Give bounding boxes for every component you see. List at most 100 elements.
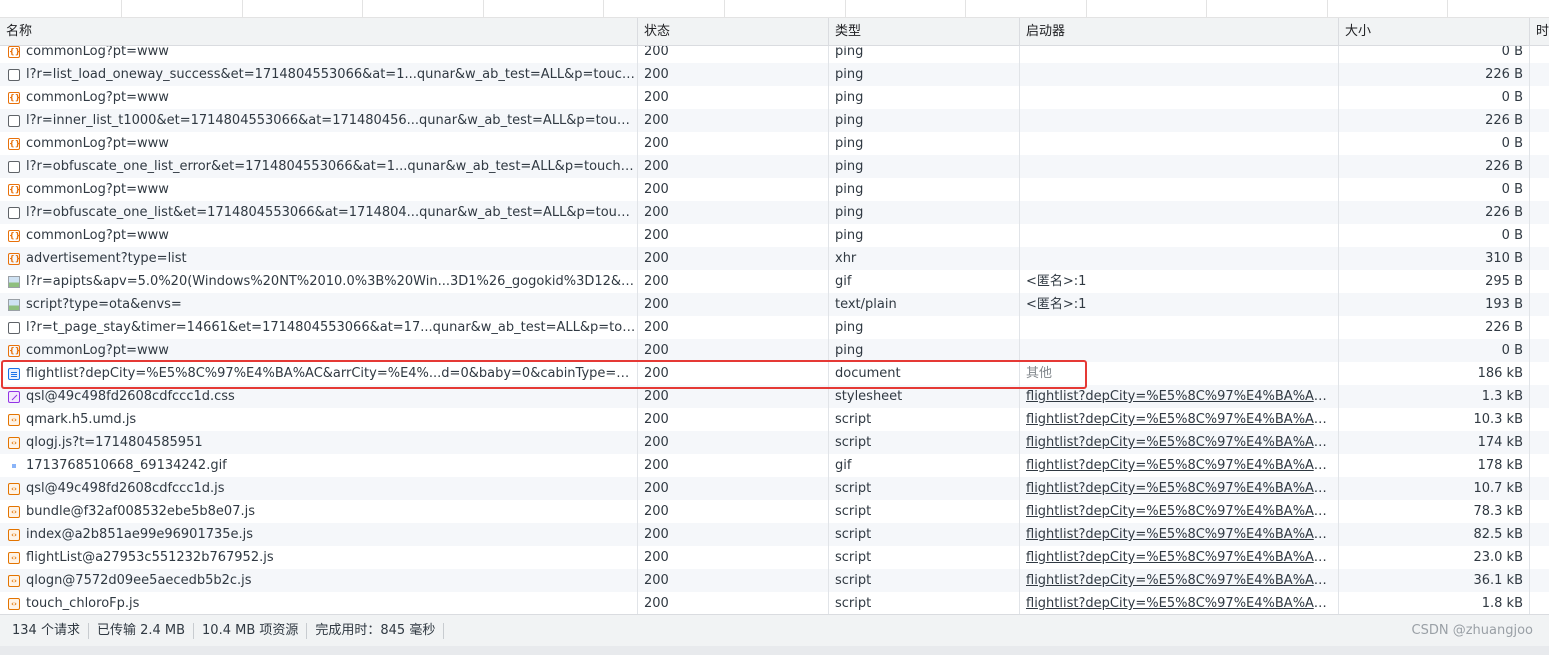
request-name[interactable]: l?r=inner_list_t1000&et=1714804553066&at… [0,109,638,132]
request-initiator[interactable]: flightlist?depCity=%E5%8C%97%E4%BA%AC&..… [1020,477,1339,500]
request-name[interactable]: qsl@49c498fd2608cdfccc1d.css [0,385,638,408]
column-header-name[interactable]: 名称 [0,18,638,46]
initiator-link[interactable]: flightlist?depCity=%E5%8C%97%E4%BA%AC&..… [1026,481,1338,496]
request-name[interactable]: ‹› touch_chloroFp.js [0,592,638,614]
column-header-type[interactable]: 类型 [829,18,1020,46]
initiator-link[interactable]: flightlist?depCity=%E5%8C%97%E4%BA%AC&..… [1026,458,1338,473]
initiator-link[interactable]: flightlist?depCity=%E5%8C%97%E4%BA%AC&..… [1026,412,1338,427]
table-row[interactable]: {} advertisement?type=list 200 xhr 310 B [0,247,1549,270]
table-row[interactable]: ‹› qsl@49c498fd2608cdfccc1d.js 200 script fl… [0,477,1549,500]
initiator-link[interactable]: flightlist?depCity=%E5%8C%97%E4%BA%AC&..… [1026,550,1338,565]
request-initiator[interactable]: flightlist?depCity=%E5%8C%97%E4%BA%AC&..… [1020,454,1339,477]
request-name[interactable]: {} commonLog?pt=www [0,339,638,362]
request-initiator[interactable]: flightlist?depCity=%E5%8C%97%E4%BA%AC&..… [1020,523,1339,546]
request-time [1530,385,1549,408]
table-row[interactable]: ‹› flightList@a27953c551232b767952.js 200 s… [0,546,1549,569]
request-type: ping [829,155,1020,178]
table-row[interactable]: l?r=obfuscate_one_list_error&et=17148045… [0,155,1549,178]
table-row[interactable]: {} commonLog?pt=www 200 ping 0 B [0,86,1549,109]
request-name-text: flightlist?depCity=%E5%8C%97%E4%BA%AC&ar… [26,366,638,381]
column-header-initiator[interactable]: 启动器 [1020,18,1339,46]
table-row[interactable]: l?r=apipts&apv=5.0%20(Windows%20NT%2010.… [0,270,1549,293]
request-name[interactable]: ‹› flightList@a27953c551232b767952.js [0,546,638,569]
xhr-icon: {} [8,345,21,357]
initiator-link[interactable]: flightlist?depCity=%E5%8C%97%E4%BA%AC&..… [1026,435,1338,450]
request-name[interactable]: {} commonLog?pt=www [0,224,638,247]
table-row[interactable]: ‹› bundle@f32af008532ebe5b8e07.js 200 scrip… [0,500,1549,523]
request-name[interactable]: flightlist?depCity=%E5%8C%97%E4%BA%AC&ar… [0,362,638,385]
request-name[interactable]: ‹› bundle@f32af008532ebe5b8e07.js [0,500,638,523]
request-name[interactable]: ‹› qsl@49c498fd2608cdfccc1d.js [0,477,638,500]
request-initiator[interactable]: flightlist?depCity=%E5%8C%97%E4%BA%AC&..… [1020,546,1339,569]
request-initiator[interactable]: flightlist?depCity=%E5%8C%97%E4%BA%AC&..… [1020,500,1339,523]
table-row[interactable]: ‹› qlogj.js?t=1714804585951 200 script fligh… [0,431,1549,454]
table-row[interactable]: flightlist?depCity=%E5%8C%97%E4%BA%AC&ar… [0,362,1549,385]
request-name[interactable]: l?r=list_load_oneway_success&et=17148045… [0,63,638,86]
table-row[interactable]: 1713768510668_69134242.gif 200 gif flightli… [0,454,1549,477]
request-initiator [1020,63,1339,86]
table-row[interactable]: script?type=ota&envs= 200 text/plain <匿名>:1… [0,293,1549,316]
table-row[interactable]: ‹› index@a2b851ae99e96901735e.js 200 script… [0,523,1549,546]
request-name-text: l?r=apipts&apv=5.0%20(Windows%20NT%2010.… [26,274,638,289]
initiator-link[interactable]: flightlist?depCity=%E5%8C%97%E4%BA%AC&..… [1026,573,1338,588]
table-row[interactable]: ‹› touch_chloroFp.js 200 script flightlist?d… [0,592,1549,614]
request-initiator[interactable]: flightlist?depCity=%E5%8C%97%E4%BA%AC&..… [1020,408,1339,431]
request-table[interactable]: {} commonLog?pt=www 200 ping 0 Bl?r=list_loa… [0,46,1549,614]
timeline-gridline [242,0,243,18]
request-name[interactable]: ‹› qlogn@7572d09ee5aecedb5b2c.js [0,569,638,592]
request-time [1530,316,1549,339]
table-row[interactable]: l?r=inner_list_t1000&et=1714804553066&at… [0,109,1549,132]
request-name[interactable]: l?r=apipts&apv=5.0%20(Windows%20NT%2010.… [0,270,638,293]
request-name[interactable]: l?r=t_page_stay&timer=14661&et=171480455… [0,316,638,339]
document-icon [8,368,20,380]
request-name[interactable]: l?r=obfuscate_one_list_error&et=17148045… [0,155,638,178]
request-name[interactable]: ‹› index@a2b851ae99e96901735e.js [0,523,638,546]
request-initiator[interactable]: flightlist?depCity=%E5%8C%97%E4%BA%AC&..… [1020,592,1339,614]
request-name[interactable]: ‹› qmark.h5.umd.js [0,408,638,431]
request-initiator[interactable]: flightlist?depCity=%E5%8C%97%E4%BA%AC&..… [1020,385,1339,408]
request-initiator[interactable]: flightlist?depCity=%E5%8C%97%E4%BA%AC&..… [1020,569,1339,592]
initiator-link[interactable]: flightlist?depCity=%E5%8C%97%E4%BA%AC&..… [1026,504,1338,519]
table-row[interactable]: ‹› qmark.h5.umd.js 200 script flightlist?dep… [0,408,1549,431]
request-initiator [1020,46,1339,63]
column-header-time[interactable]: 时间 [1530,18,1549,46]
table-row[interactable]: {} commonLog?pt=www 200 ping 0 B [0,339,1549,362]
request-status: 200 [638,592,829,614]
table-row[interactable]: l?r=obfuscate_one_list&et=1714804553066&… [0,201,1549,224]
request-name[interactable]: {} commonLog?pt=www [0,46,638,63]
watermark: CSDN @zhuangjoo [1411,623,1533,638]
table-row[interactable]: ‹› qlogn@7572d09ee5aecedb5b2c.js 200 script… [0,569,1549,592]
request-name[interactable]: {} commonLog?pt=www [0,86,638,109]
table-row[interactable]: l?r=t_page_stay&timer=14661&et=171480455… [0,316,1549,339]
initiator-link[interactable]: flightlist?depCity=%E5%8C%97%E4%BA%AC&..… [1026,527,1338,542]
request-name[interactable]: {} advertisement?type=list [0,247,638,270]
table-row[interactable]: {} commonLog?pt=www 200 ping 0 B [0,132,1549,155]
request-name-text: qsl@49c498fd2608cdfccc1d.css [26,389,235,404]
initiator-text: <匿名>:1 [1026,297,1087,312]
table-row[interactable]: {} commonLog?pt=www 200 ping 0 B [0,178,1549,201]
request-initiator [1020,109,1339,132]
script-icon: ‹› [8,437,20,449]
request-initiator[interactable]: flightlist?depCity=%E5%8C%97%E4%BA%AC&..… [1020,431,1339,454]
request-name[interactable]: {} commonLog?pt=www [0,132,638,155]
request-name[interactable]: {} commonLog?pt=www [0,178,638,201]
script-icon: ‹› [8,529,20,541]
request-name[interactable]: script?type=ota&envs= [0,293,638,316]
request-name[interactable]: l?r=obfuscate_one_list&et=1714804553066&… [0,201,638,224]
timeline-overview[interactable] [0,0,1549,18]
initiator-link[interactable]: flightlist?depCity=%E5%8C%97%E4%BA%AC&..… [1026,389,1338,404]
table-row[interactable]: l?r=list_load_oneway_success&et=17148045… [0,63,1549,86]
request-name[interactable]: 1713768510668_69134242.gif [0,454,638,477]
column-header-size[interactable]: 大小 [1339,18,1530,46]
request-status: 200 [638,46,829,63]
request-name[interactable]: ‹› qlogj.js?t=1714804585951 [0,431,638,454]
dot-icon [12,464,16,468]
summary-requests: 134 个请求 [0,622,89,639]
table-row[interactable]: {} commonLog?pt=www 200 ping 0 B [0,224,1549,247]
initiator-link[interactable]: flightlist?depCity=%E5%8C%97%E4%BA%AC&..… [1026,596,1338,611]
column-header-status[interactable]: 状态 [638,18,829,46]
request-type: script [829,431,1020,454]
table-row[interactable]: {} commonLog?pt=www 200 ping 0 B [0,46,1549,63]
table-row[interactable]: qsl@49c498fd2608cdfccc1d.css 200 styleshee… [0,385,1549,408]
request-type: script [829,477,1020,500]
